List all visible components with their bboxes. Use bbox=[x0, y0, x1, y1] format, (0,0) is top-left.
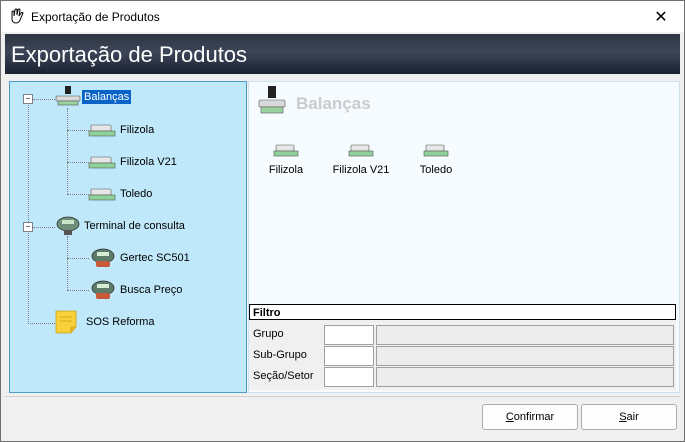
export-products-window: Exportação de Produtos ✕ Exportação de P… bbox=[0, 0, 685, 442]
detail-item-label: Filizola bbox=[268, 164, 304, 176]
terminal-icon bbox=[91, 248, 115, 267]
secao-setor-code-input[interactable] bbox=[324, 367, 374, 387]
collapse-balancas-toggle[interactable]: − bbox=[23, 94, 33, 104]
header-banner: Exportação de Produtos bbox=[5, 34, 680, 74]
footer-bar: Confirmar Sair bbox=[5, 396, 680, 439]
tree-line bbox=[67, 194, 89, 195]
filter-row-grupo: Grupo bbox=[249, 325, 676, 345]
detail-item-filizola-v21[interactable]: Filizola V21 bbox=[326, 142, 396, 176]
window-title: Exportação de Produtos bbox=[31, 10, 160, 24]
tree-item-toledo[interactable]: Toledo bbox=[88, 184, 154, 204]
confirm-accelerator: C bbox=[505, 411, 514, 423]
detail-item-label: Filizola V21 bbox=[332, 164, 390, 176]
tree-item-busca-preco[interactable]: Busca Preço bbox=[88, 280, 184, 300]
tree-item-terminal-de-consulta[interactable]: Terminal de consulta bbox=[54, 216, 187, 236]
banner-title: Exportação de Produtos bbox=[11, 42, 248, 67]
filter-row-sub-grupo: Sub-Grupo bbox=[249, 346, 676, 366]
tree-line bbox=[28, 102, 29, 324]
tree-line bbox=[67, 290, 89, 291]
detail-item-filizola[interactable]: Filizola bbox=[251, 142, 321, 176]
tree-item-label: Filizola bbox=[120, 124, 155, 136]
tree-line bbox=[28, 323, 55, 324]
tree-item-label: Balanças bbox=[82, 90, 132, 104]
exit-accelerator: S bbox=[619, 411, 627, 423]
grupo-code-input[interactable] bbox=[324, 325, 374, 345]
tree-item-filizola-v21[interactable]: Filizola V21 bbox=[88, 152, 179, 172]
tree-line bbox=[33, 99, 55, 100]
scale-icon bbox=[258, 86, 286, 114]
scale-icon bbox=[423, 144, 449, 157]
title-bar: Exportação de Produtos ✕ bbox=[1, 1, 684, 32]
filter-header: Filtro bbox=[249, 304, 676, 320]
tree-item-gertec-sc501[interactable]: Gertec SC501 bbox=[88, 248, 192, 268]
category-tree[interactable]: − Balanças Filizola Filizola V21 Toledo … bbox=[9, 81, 247, 393]
scale-icon bbox=[273, 144, 299, 157]
detail-item-label: Toledo bbox=[419, 164, 453, 176]
collapse-terminal-toggle[interactable]: − bbox=[23, 222, 33, 232]
tree-item-sos-reforma[interactable]: SOS Reforma bbox=[54, 310, 156, 334]
tree-item-label: Filizola V21 bbox=[120, 156, 177, 168]
confirm-button[interactable]: Confirmar bbox=[482, 404, 578, 430]
filter-label: Grupo bbox=[253, 328, 284, 340]
tree-item-balancas[interactable]: Balanças bbox=[54, 86, 132, 107]
scale-icon bbox=[88, 156, 116, 169]
scale-icon bbox=[88, 188, 116, 201]
tree-item-label: Busca Preço bbox=[120, 284, 183, 296]
tree-line bbox=[67, 236, 68, 290]
filter-label: Sub-Grupo bbox=[253, 349, 307, 361]
hand-icon bbox=[11, 8, 24, 24]
tree-line bbox=[67, 258, 89, 259]
detail-item-toledo[interactable]: Toledo bbox=[401, 142, 471, 176]
tree-line bbox=[67, 108, 68, 194]
scale-icon bbox=[348, 144, 374, 157]
close-button[interactable]: ✕ bbox=[638, 1, 684, 32]
exit-label: air bbox=[626, 411, 639, 423]
scale-icon bbox=[55, 86, 81, 106]
detail-title: Balanças bbox=[296, 94, 371, 113]
close-icon: ✕ bbox=[654, 8, 668, 26]
filter-row-secao-setor: Seção/Setor bbox=[249, 367, 676, 387]
exit-button[interactable]: Sair bbox=[581, 404, 677, 430]
sub-grupo-description-field bbox=[376, 346, 674, 366]
tree-item-label: Toledo bbox=[120, 188, 153, 200]
secao-setor-description-field bbox=[376, 367, 674, 387]
grupo-description-field bbox=[376, 325, 674, 345]
terminal-icon bbox=[56, 216, 80, 235]
tree-item-filizola[interactable]: Filizola bbox=[88, 120, 156, 140]
sub-grupo-code-input[interactable] bbox=[324, 346, 374, 366]
terminal-icon bbox=[91, 280, 115, 299]
scale-icon bbox=[88, 124, 116, 137]
tree-line bbox=[67, 162, 89, 163]
note-icon bbox=[55, 310, 77, 334]
tree-line bbox=[33, 227, 55, 228]
filter-group: Filtro Grupo Sub-Grupo Seção/Setor bbox=[249, 304, 676, 390]
filter-label: Seção/Setor bbox=[253, 370, 314, 382]
tree-item-label: Gertec SC501 bbox=[120, 252, 190, 264]
tree-line bbox=[67, 130, 89, 131]
tree-item-label: SOS Reforma bbox=[86, 316, 155, 328]
tree-item-label: Terminal de consulta bbox=[84, 220, 185, 232]
confirm-label: onfirmar bbox=[513, 411, 555, 423]
